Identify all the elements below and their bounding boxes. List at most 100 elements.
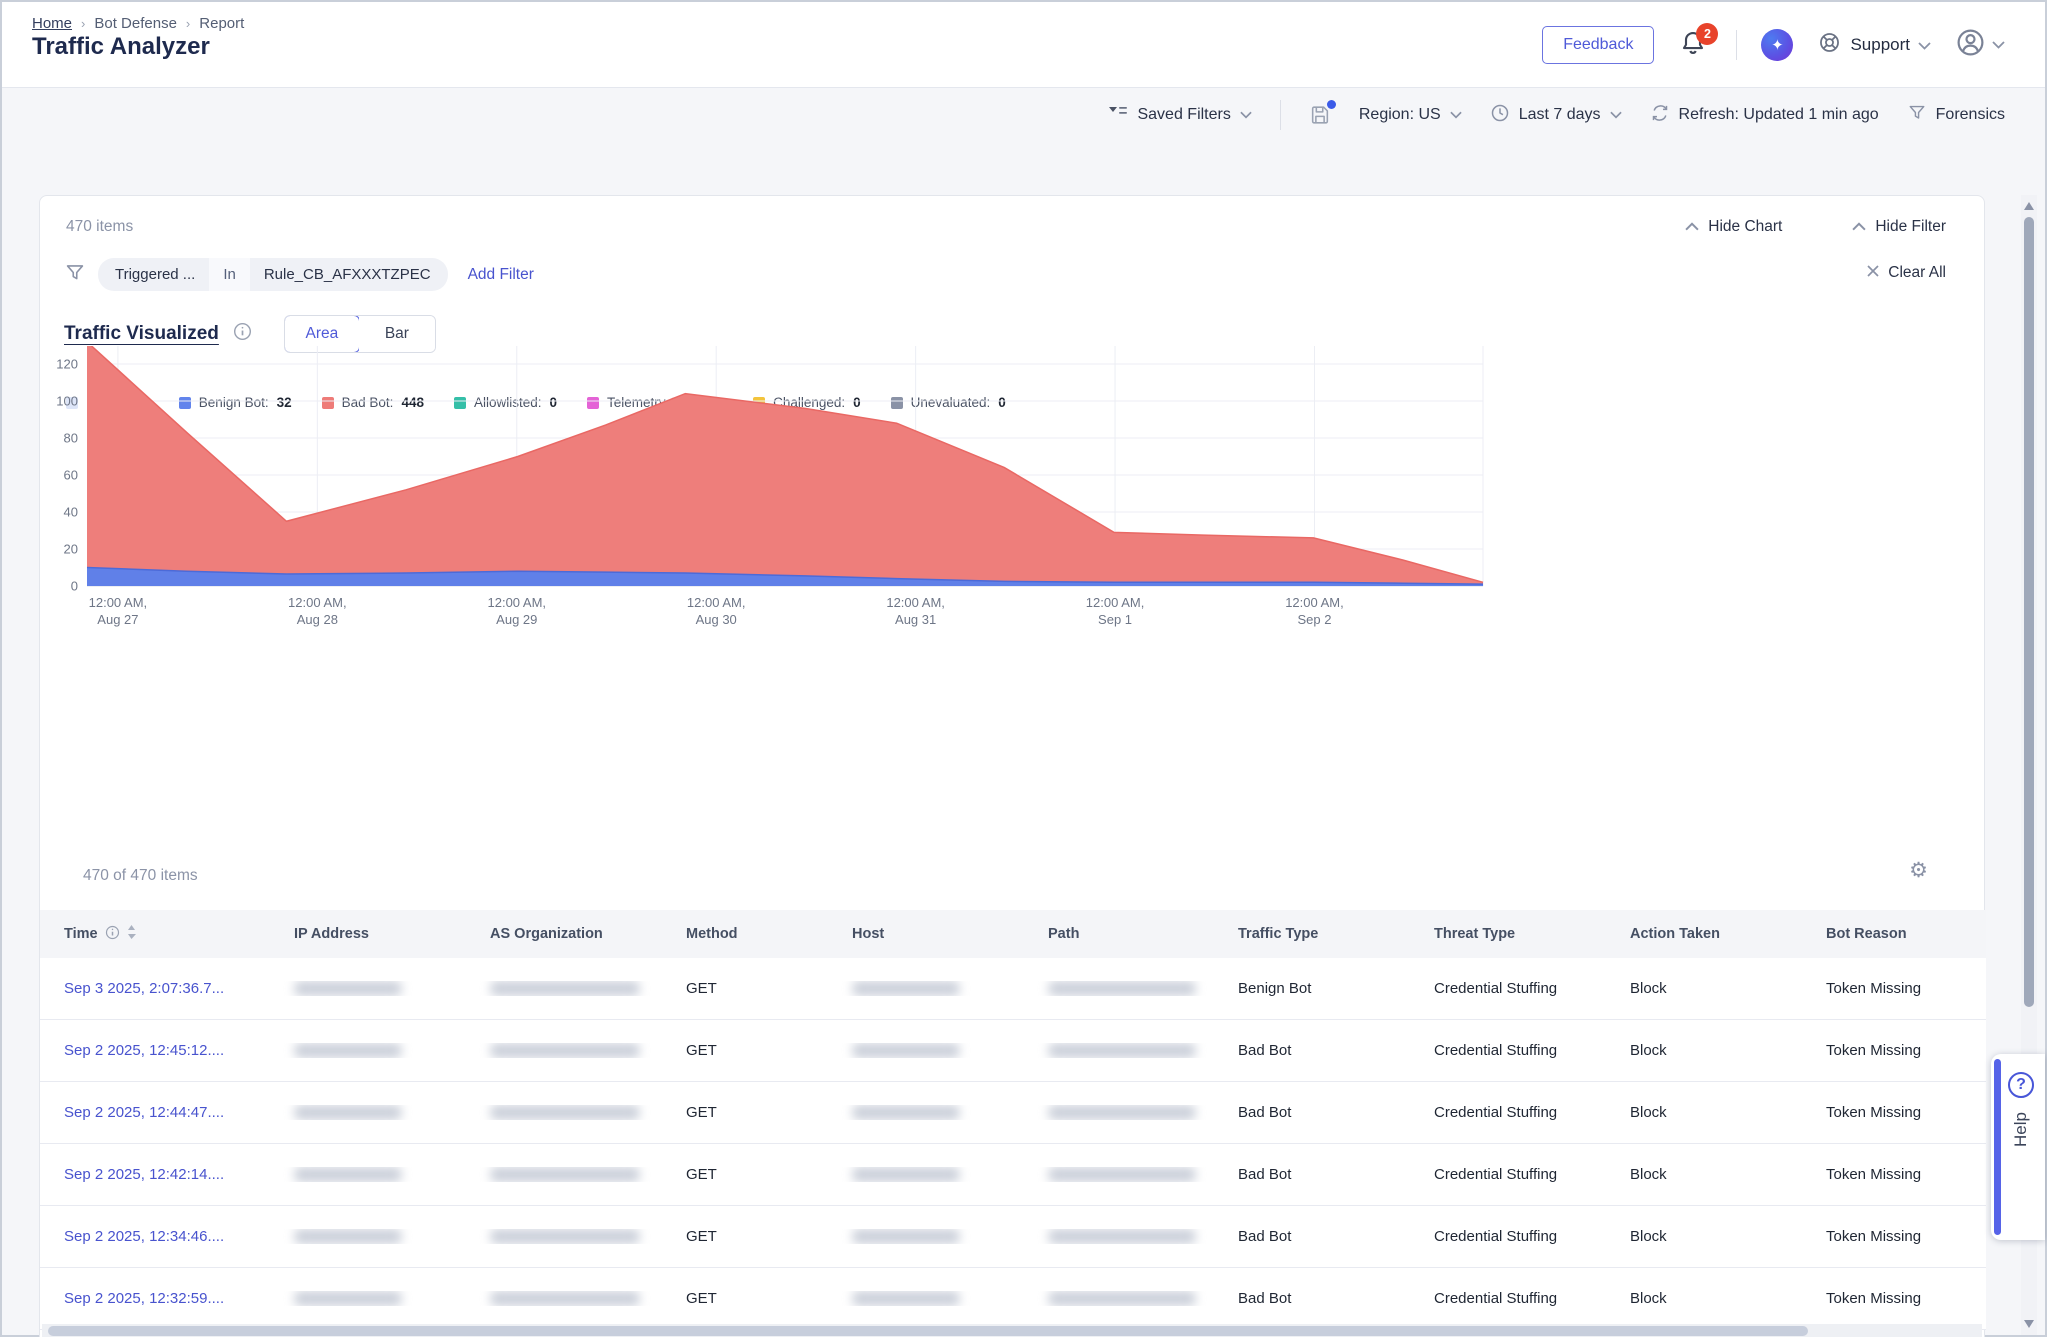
filter-list-icon — [1108, 105, 1128, 126]
add-filter-button[interactable]: Add Filter — [468, 266, 534, 284]
cell-traffic_type: Bad Bot — [1214, 1166, 1410, 1183]
blurred-value — [1048, 1043, 1196, 1058]
filter-value[interactable]: Rule_CB_AFXXXTZPEC — [250, 258, 448, 291]
vertical-scrollbar-thumb[interactable] — [2024, 217, 2034, 1007]
blurred-value — [294, 1229, 402, 1244]
blurred-value — [490, 1105, 640, 1120]
region-dropdown[interactable]: Region: US — [1359, 106, 1462, 124]
time-link[interactable]: Sep 2 2025, 12:42:14.... — [40, 1166, 270, 1183]
redacted-cell — [828, 981, 1024, 996]
x-axis-tick-label: 12:00 AM, Aug 27 — [89, 594, 148, 628]
horizontal-scrollbar-thumb[interactable] — [48, 1326, 1808, 1336]
column-label: Time — [64, 926, 98, 942]
column-header-host: Host — [828, 926, 1024, 942]
filter-field[interactable]: Triggered ... — [98, 258, 209, 291]
info-icon — [233, 322, 252, 346]
scroll-down-arrow-icon[interactable] — [2024, 1320, 2034, 1328]
hide-chart-label: Hide Chart — [1708, 218, 1782, 236]
support-icon — [1817, 30, 1842, 60]
cell-threat_type: Credential Stuffing — [1410, 1104, 1606, 1121]
time-link[interactable]: Sep 3 2025, 2:07:36.7... — [40, 980, 270, 997]
hide-chart-toggle[interactable]: Hide Chart — [1685, 218, 1782, 236]
redacted-cell — [466, 1167, 662, 1182]
column-header-path: Path — [1024, 926, 1214, 942]
column-label: Threat Type — [1434, 926, 1515, 942]
avatar-icon — [1955, 27, 1986, 63]
sort-icon[interactable] — [127, 925, 136, 943]
help-tab-accent — [1994, 1059, 2001, 1235]
time-link[interactable]: Sep 2 2025, 12:34:46.... — [40, 1228, 270, 1245]
top-bar: Home › Bot Defense › Report Traffic Anal… — [2, 2, 2045, 88]
divider — [1280, 100, 1281, 130]
svg-text:0: 0 — [71, 579, 78, 594]
chart-title[interactable]: Traffic Visualized — [64, 323, 219, 345]
table-row: Sep 2 2025, 12:34:46....GETBad BotCreden… — [40, 1206, 1986, 1268]
x-axis-tick-label: 12:00 AM, Aug 28 — [288, 594, 347, 628]
info-icon — [105, 925, 120, 944]
time-link[interactable]: Sep 2 2025, 12:32:59.... — [40, 1290, 270, 1307]
svg-text:20: 20 — [64, 542, 78, 557]
hide-filter-toggle[interactable]: Hide Filter — [1852, 218, 1946, 236]
column-header-time[interactable]: Time — [40, 925, 270, 944]
saved-filters-dropdown[interactable]: Saved Filters — [1108, 105, 1251, 126]
forensics-button[interactable]: Forensics — [1907, 103, 2005, 127]
time-range-dropdown[interactable]: Last 7 days — [1490, 103, 1622, 128]
redacted-cell — [1024, 1229, 1214, 1244]
help-tab-label: Help — [2011, 1112, 2031, 1147]
cell-bot_reason: Token Missing — [1802, 1042, 1986, 1059]
table-row: Sep 2 2025, 12:44:47.... GET Bad BotCreden… — [40, 1082, 1986, 1144]
blurred-value — [490, 1043, 640, 1058]
help-tab[interactable]: ? Help — [1991, 1054, 2045, 1240]
user-menu[interactable] — [1955, 27, 2005, 63]
time-link[interactable]: Sep 2 2025, 12:44:47.... — [40, 1104, 270, 1121]
column-header-action-taken: Action Taken — [1606, 926, 1802, 942]
breadcrumb-home[interactable]: Home — [32, 15, 72, 32]
cell-action_taken: Block — [1606, 1104, 1802, 1121]
redacted-cell — [828, 1167, 1024, 1182]
cell-method: GET — [662, 1104, 828, 1121]
cell-traffic_type: Bad Bot — [1214, 1228, 1410, 1245]
cell-method: GET — [662, 980, 828, 997]
feedback-button[interactable]: Feedback — [1542, 26, 1654, 64]
table-header-row: Time IP Address AS Organization Method HostP… — [40, 910, 1986, 958]
x-axis-tick-label: 12:00 AM, Sep 1 — [1086, 594, 1145, 628]
table-row: Sep 2 2025, 12:45:12....GETBad BotCreden… — [40, 1020, 1986, 1082]
breadcrumb-separator-icon: › — [186, 16, 190, 31]
redacted-cell — [828, 1291, 1024, 1306]
column-header-bot-reason: Bot Reason — [1802, 926, 1986, 942]
svg-text:120: 120 — [56, 357, 78, 372]
chevron-up-icon — [1685, 218, 1699, 236]
column-label: Method — [686, 926, 738, 942]
region-label: Region: US — [1359, 106, 1441, 124]
notifications-button[interactable]: 2 — [1678, 27, 1712, 63]
cell-bot_reason: Token Missing — [1802, 980, 1986, 997]
save-filter-button[interactable] — [1309, 104, 1331, 126]
support-menu[interactable]: Support — [1817, 30, 1931, 60]
blurred-value — [852, 1043, 960, 1058]
column-label: IP Address — [294, 926, 369, 942]
active-filter-pill[interactable]: Triggered ... In Rule_CB_AFXXXTZPEC — [98, 258, 448, 291]
ai-assistant-icon[interactable]: ✦ — [1761, 29, 1793, 61]
filter-operator[interactable]: In — [209, 258, 250, 291]
column-header-as-organization: AS Organization — [466, 926, 662, 942]
clear-all-button[interactable]: Clear All — [1867, 264, 1946, 282]
chevron-down-icon — [1450, 106, 1462, 124]
redacted-cell — [270, 1291, 466, 1306]
page-title: Traffic Analyzer — [32, 33, 210, 61]
close-icon — [1867, 264, 1879, 282]
scroll-up-arrow-icon[interactable] — [2024, 202, 2034, 210]
breadcrumb-bot-defense[interactable]: Bot Defense — [94, 15, 177, 32]
cell-bot_reason: Token Missing — [1802, 1166, 1986, 1183]
svg-text:40: 40 — [64, 505, 78, 520]
cell-bot_reason: Token Missing — [1802, 1104, 1986, 1121]
refresh-button[interactable]: Refresh: Updated 1 min ago — [1650, 103, 1879, 128]
column-header-traffic-type: Traffic Type — [1214, 926, 1410, 942]
gear-icon[interactable]: ⚙ — [1909, 858, 1928, 883]
chevron-down-icon — [1240, 106, 1252, 124]
time-link[interactable]: Sep 2 2025, 12:45:12.... — [40, 1042, 270, 1059]
column-label: Action Taken — [1630, 926, 1720, 942]
svg-text:60: 60 — [64, 468, 78, 483]
clear-all-label: Clear All — [1888, 264, 1946, 282]
horizontal-scrollbar[interactable] — [42, 1324, 1982, 1337]
cell-traffic_type: Bad Bot — [1214, 1104, 1410, 1121]
